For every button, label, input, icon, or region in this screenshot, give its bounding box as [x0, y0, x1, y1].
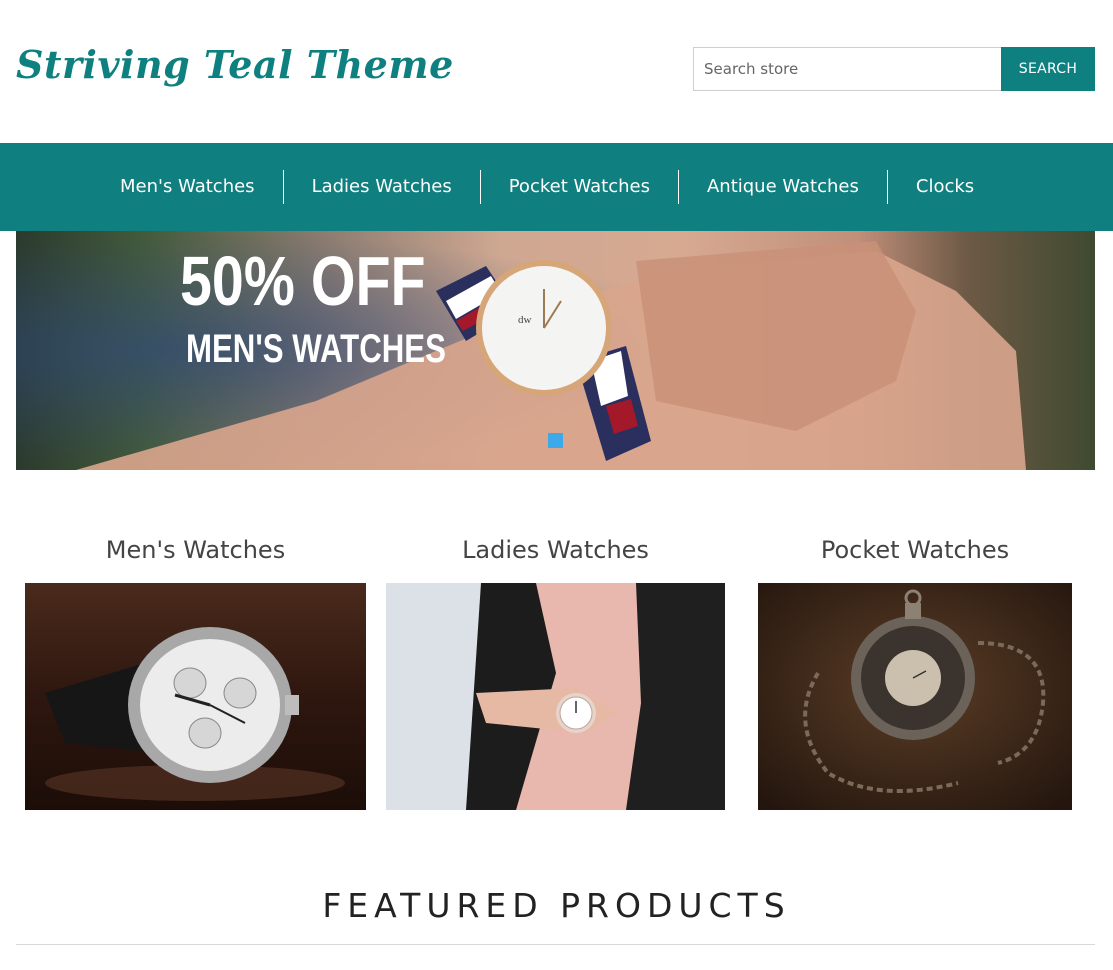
category-image-pocket[interactable]	[758, 583, 1072, 810]
featured-products-heading: FEATURED PRODUCTS	[322, 886, 791, 925]
nav-item-mens-watches[interactable]: Men's Watches	[92, 170, 283, 204]
main-nav: Men's Watches Ladies Watches Pocket Watc…	[0, 143, 1113, 231]
search-button[interactable]: SEARCH	[1001, 47, 1095, 91]
category-title-pocket[interactable]: Pocket Watches	[758, 536, 1072, 564]
banner-headline: 50% OFF	[180, 242, 426, 320]
slider-dot-1[interactable]	[548, 433, 563, 448]
mens-watch-photo	[25, 583, 366, 810]
site-logo[interactable]: Striving Teal Theme	[16, 42, 454, 87]
site-header: Striving Teal Theme SEARCH	[0, 0, 1113, 143]
ladies-watch-photo	[386, 583, 725, 810]
search-input[interactable]	[693, 47, 1001, 91]
pocket-watch-photo	[758, 583, 1072, 810]
category-image-ladies[interactable]	[386, 583, 725, 810]
category-image-mens[interactable]	[25, 583, 366, 810]
nav-item-antique-watches[interactable]: Antique Watches	[679, 170, 887, 204]
hero-banner[interactable]: dw 50% OFF MEN'S WATCHES	[16, 231, 1095, 470]
nav-item-pocket-watches[interactable]: Pocket Watches	[481, 170, 678, 204]
nav-item-clocks[interactable]: Clocks	[888, 170, 1002, 204]
category-title-ladies[interactable]: Ladies Watches	[386, 536, 725, 564]
svg-text:dw: dw	[518, 314, 532, 326]
banner-subheadline: MEN'S WATCHES	[186, 327, 446, 371]
category-title-mens[interactable]: Men's Watches	[25, 536, 366, 564]
nav-list: Men's Watches Ladies Watches Pocket Watc…	[92, 170, 1002, 204]
featured-divider	[16, 944, 1095, 945]
nav-item-ladies-watches[interactable]: Ladies Watches	[284, 170, 480, 204]
search-form: SEARCH	[693, 47, 1095, 91]
